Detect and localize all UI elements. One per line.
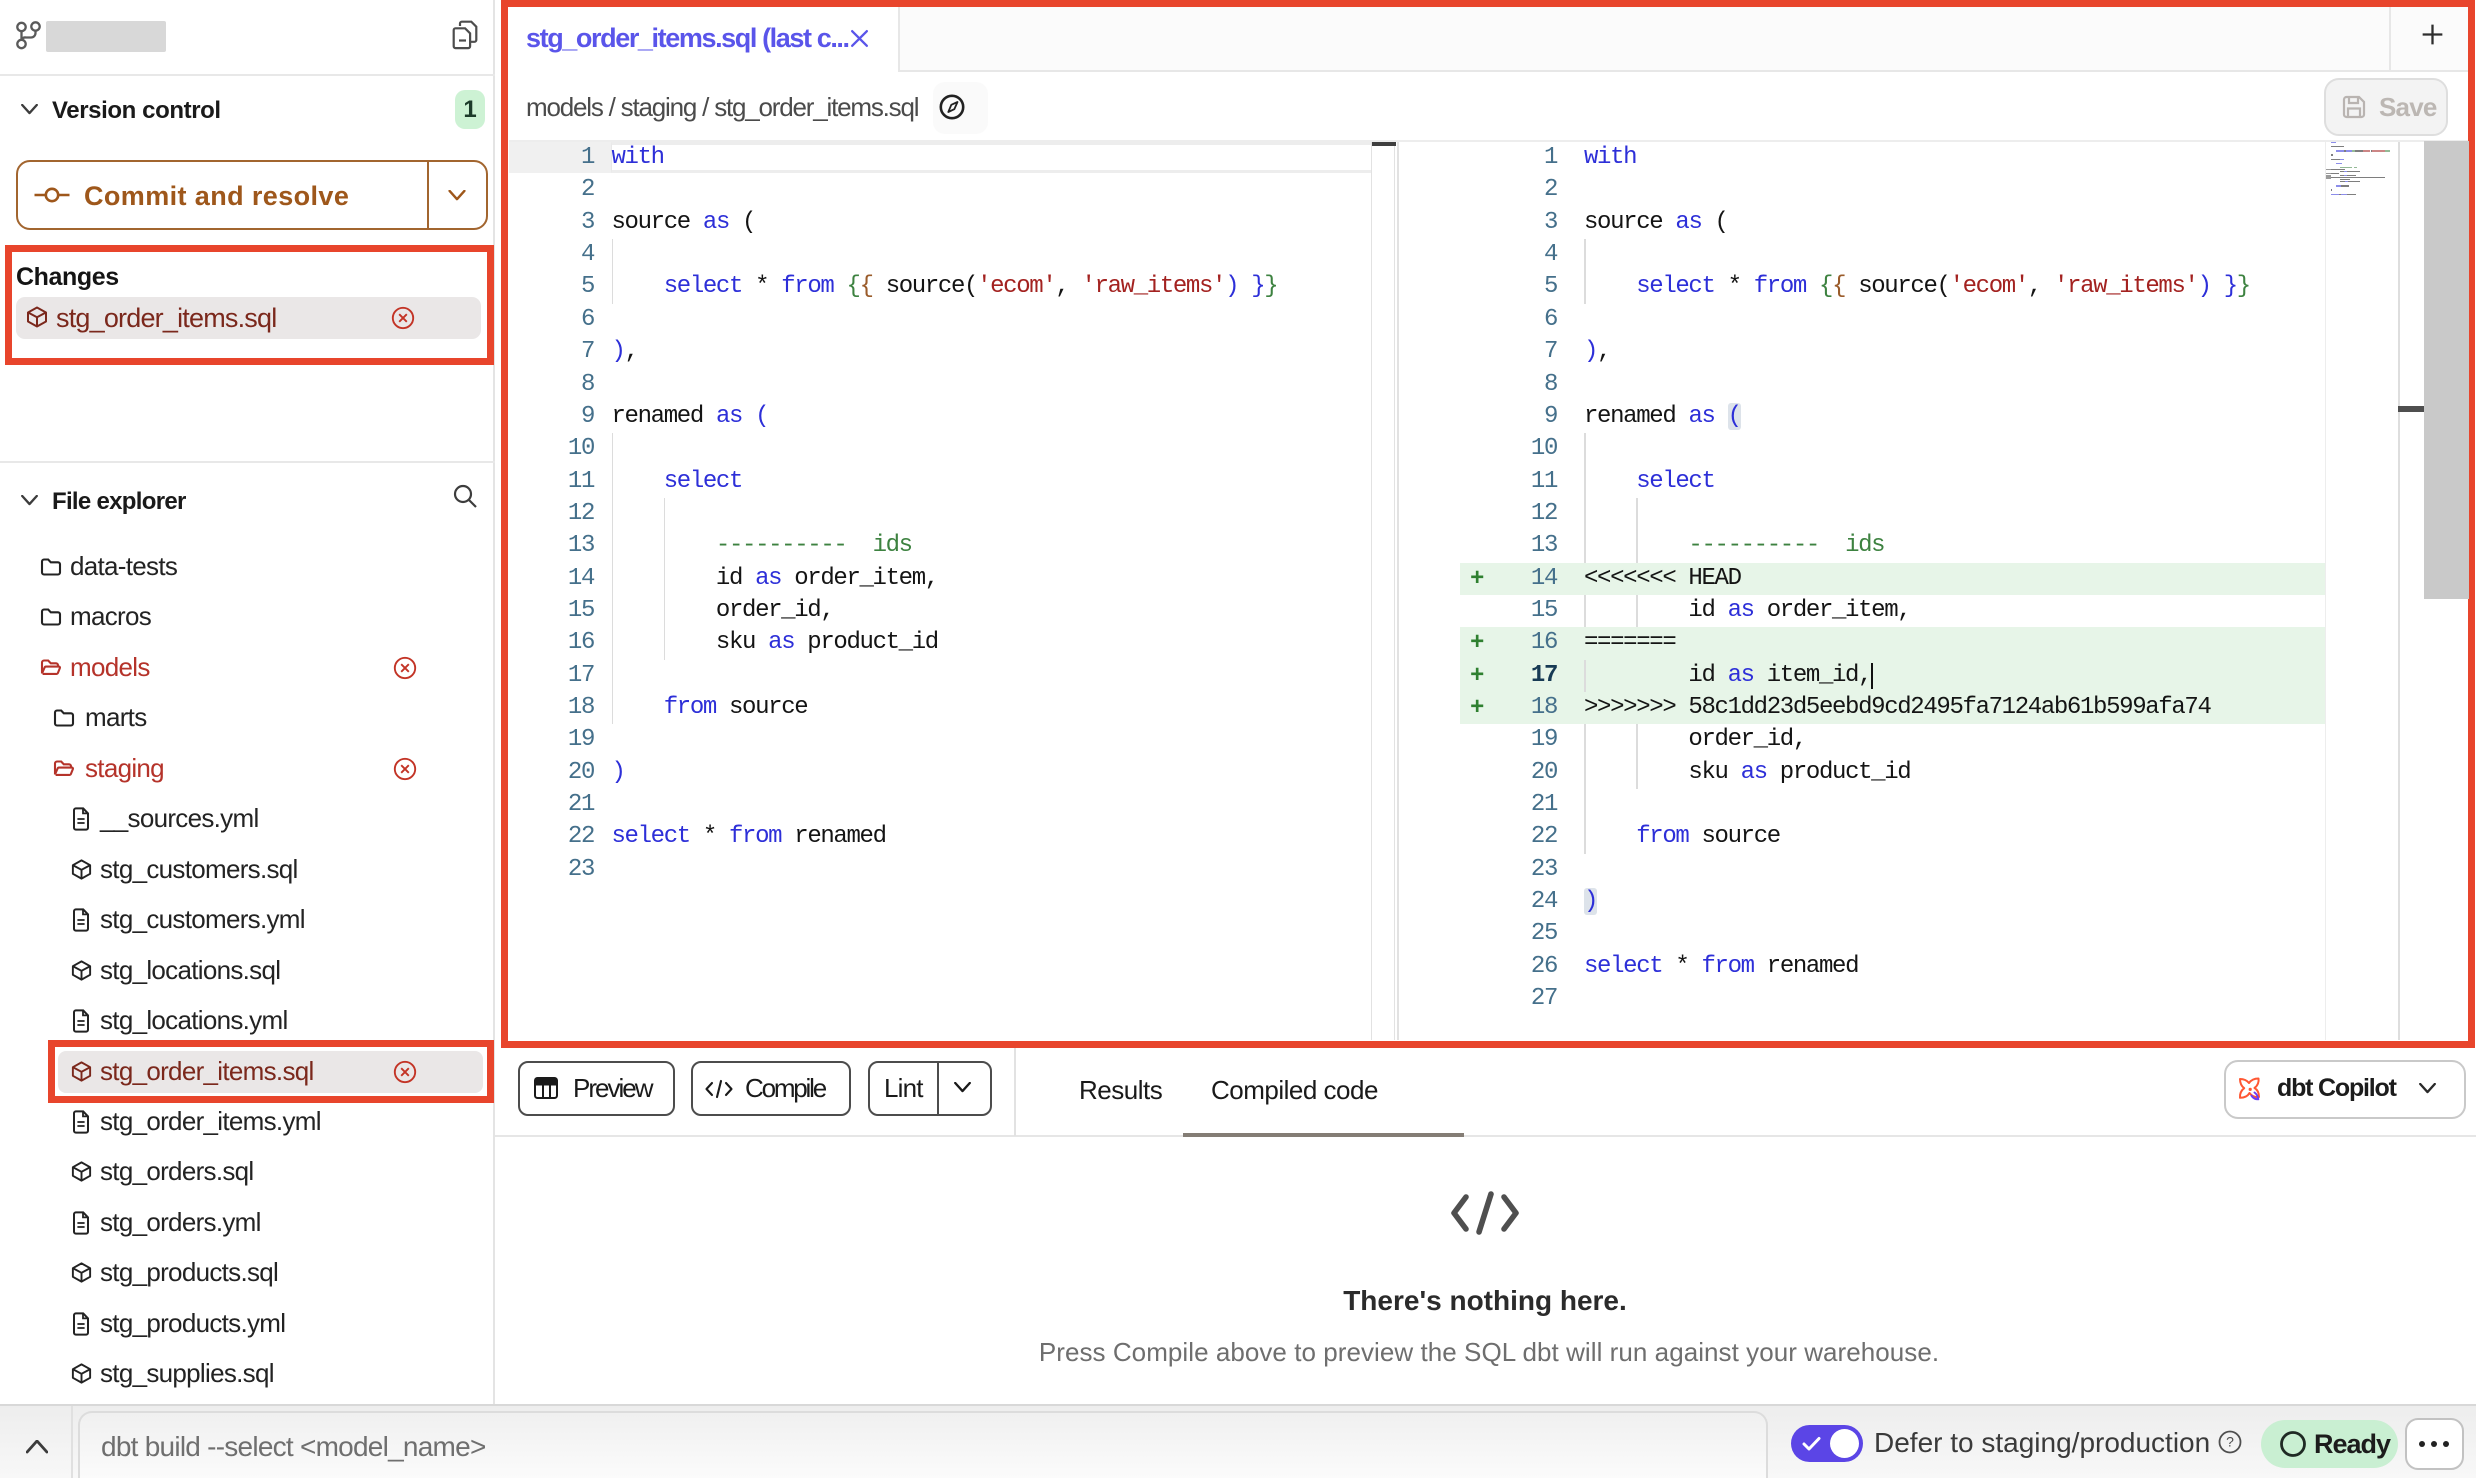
svg-text:?: ? — [2226, 1434, 2234, 1450]
